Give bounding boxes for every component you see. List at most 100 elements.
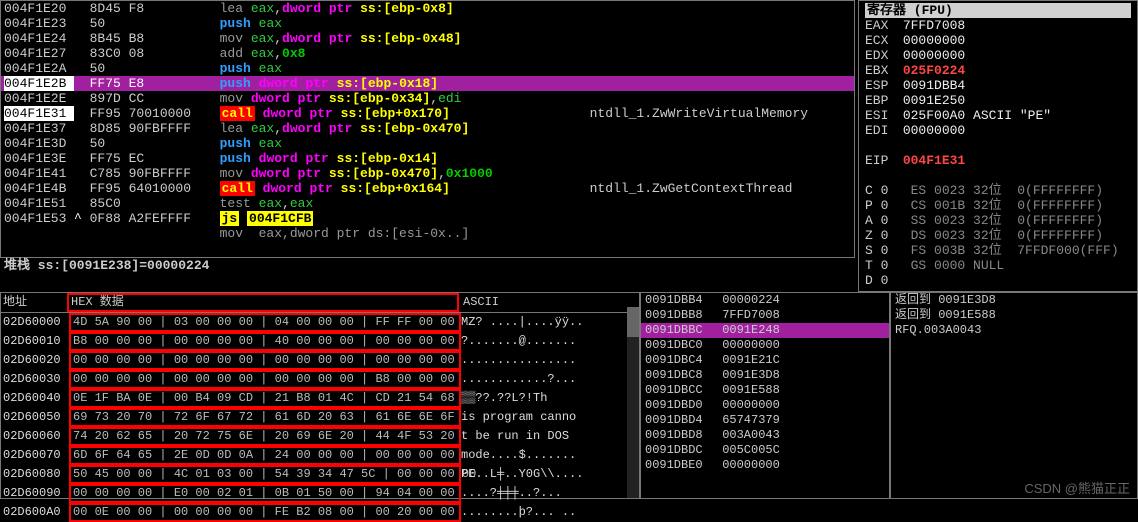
disasm-row[interactable]: mov eax,dword ptr ds:[esi-0x..] [1, 226, 854, 241]
register-row: EBP 0091E250 [865, 93, 1131, 108]
register-row: ESI 025F00A0 ASCII "PE" [865, 108, 1131, 123]
hex-row[interactable]: 02D6002000 00 00 00 | 00 00 00 00 | 00 0… [1, 351, 639, 370]
hex-row[interactable]: 02D6005069 73 20 70 | 72 6F 67 72 | 61 6… [1, 408, 639, 427]
hex-ascii: ?.......@....... [461, 334, 621, 349]
stack-row[interactable]: 0091DBD4 65747379 [641, 413, 889, 428]
hex-bytes: 74 20 62 65 | 20 72 75 6E | 20 69 6E 20 … [69, 427, 461, 446]
disasm-row[interactable]: 004F1E2B FF75 E8push dword ptr ss:[ebp-0… [1, 76, 854, 91]
stack-row[interactable]: 0091DBC8 0091E3D8 [641, 368, 889, 383]
disassembly-pane[interactable]: 004F1E20 8D45 F8lea eax,dword ptr ss:[eb… [0, 0, 855, 258]
disasm-row[interactable]: 004F1E27 83C0 08add eax,0x8 [1, 46, 854, 61]
hex-bytes: 00 0E 00 00 | 00 00 00 00 | FE B2 08 00 … [69, 503, 461, 522]
stack-row[interactable]: 0091DBD8 003A0043 [641, 428, 889, 443]
scrollbar-thumb[interactable] [627, 307, 639, 337]
disasm-comment: ntdll_1.ZwWriteVirtualMemory [590, 106, 808, 121]
stack-row[interactable]: 0091DBC4 0091E21C [641, 353, 889, 368]
disasm-row[interactable]: 004F1E3D 50push eax [1, 136, 854, 151]
hex-ascii: PE..L╪..Y0G\\.... [461, 467, 621, 482]
disasm-row[interactable]: 004F1E3E FF75 ECpush dword ptr ss:[ebp-0… [1, 151, 854, 166]
hex-ascii: t be run in DOS [461, 429, 621, 444]
flag-row: Z 0 DS 0023 32位 0(FFFFFFFF) [865, 228, 1131, 243]
disasm-addr: 004F1E24 [4, 31, 74, 46]
disasm-addr: 004F1E4B [4, 181, 74, 196]
stack-comment-pane[interactable]: 返回到 0091E3D8返回到 0091E588RFQ.003A0043 [890, 292, 1138, 499]
registers-pane[interactable]: 寄存器 (FPU) EAX 7FFD7008ECX 00000000EDX 00… [858, 0, 1138, 292]
hex-row[interactable]: 02D600400E 1F BA 0E | 00 B4 09 CD | 21 B… [1, 389, 639, 408]
flag-row: C 0 ES 0023 32位 0(FFFFFFFF) [865, 183, 1131, 198]
flag-row: A 0 SS 0023 32位 0(FFFFFFFF) [865, 213, 1131, 228]
disasm-row[interactable]: 004F1E53^ 0F88 A2FEFFFFjs 004F1CFB [1, 211, 854, 226]
disasm-addr: 004F1E23 [4, 16, 74, 31]
hex-ascii: ............?... [461, 372, 621, 387]
hex-row[interactable]: 02D600A000 0E 00 00 | 00 00 00 00 | FE B… [1, 503, 639, 522]
stack-comment-row: RFQ.003A0043 [891, 323, 1137, 338]
disasm-row[interactable]: 004F1E41 C785 90FBFFFFmov dword ptr ss:[… [1, 166, 854, 181]
disasm-instr: js 004F1CFB [220, 211, 590, 226]
stack-row[interactable]: 0091DBD0 00000000 [641, 398, 889, 413]
disasm-row[interactable]: 004F1E23 50push eax [1, 16, 854, 31]
disasm-row[interactable]: 004F1E20 8D45 F8lea eax,dword ptr ss:[eb… [1, 1, 854, 16]
disasm-bytes: 8D85 90FBFFFF [90, 121, 220, 136]
disasm-row[interactable]: 004F1E4B FF95 64010000call dword ptr ss:… [1, 181, 854, 196]
hex-addr: 02D60040 [3, 391, 69, 406]
hex-addr: 02D60020 [3, 353, 69, 368]
disasm-row[interactable]: 004F1E2A 50push eax [1, 61, 854, 76]
register-row: EAX 7FFD7008 [865, 18, 1131, 33]
hex-bytes: 6D 6F 64 65 | 2E 0D 0D 0A | 24 00 00 00 … [69, 446, 461, 465]
stack-row[interactable]: 0091DBC0 00000000 [641, 338, 889, 353]
register-row: EBX 025F0224 [865, 63, 1131, 78]
disasm-bytes: 85C0 [90, 196, 220, 211]
disasm-bytes: 83C0 08 [90, 46, 220, 61]
hex-row[interactable]: 02D60010B8 00 00 00 | 00 00 00 00 | 40 0… [1, 332, 639, 351]
disasm-addr: 004F1E2B [4, 76, 74, 91]
register-row: ESP 0091DBB4 [865, 78, 1131, 93]
hex-ascii: ....?╪╪╪..?... [461, 486, 621, 501]
disasm-instr: push dword ptr ss:[ebp-0x14] [220, 151, 590, 166]
hex-row[interactable]: 02D600004D 5A 90 00 | 03 00 00 00 | 04 0… [1, 313, 639, 332]
hex-bytes: 00 00 00 00 | E0 00 02 01 | 0B 01 50 00 … [69, 484, 461, 503]
stack-pane[interactable]: 0091DBB4 000002240091DBB8 7FFD70080091DB… [640, 292, 890, 499]
hex-row[interactable]: 02D6008050 45 00 00 | 4C 01 03 00 | 54 3… [1, 465, 639, 484]
stack-row[interactable]: 0091DBBC 0091E248 [641, 323, 889, 338]
disasm-row[interactable]: 004F1E37 8D85 90FBFFFFlea eax,dword ptr … [1, 121, 854, 136]
hexdump-header: 地址HEX 数据ASCII [1, 293, 639, 313]
stack-row[interactable]: 0091DBCC 0091E588 [641, 383, 889, 398]
hexdump-scrollbar[interactable] [627, 307, 639, 498]
watermark: CSDN @熊猫正正 [1024, 481, 1130, 496]
disasm-instr: lea eax,dword ptr ss:[ebp-0x470] [220, 121, 590, 136]
register-row: EDX 00000000 [865, 48, 1131, 63]
hex-row[interactable]: 02D6003000 00 00 00 | 00 00 00 00 | 00 0… [1, 370, 639, 389]
disasm-addr: 004F1E27 [4, 46, 74, 61]
disasm-row[interactable]: 004F1E24 8B45 B8mov eax,dword ptr ss:[eb… [1, 31, 854, 46]
stack-row[interactable]: 0091DBE0 00000000 [641, 458, 889, 473]
disasm-addr: 004F1E3D [4, 136, 74, 151]
stack-row[interactable]: 0091DBDC 005C005C [641, 443, 889, 458]
disasm-bytes: 50 [90, 136, 220, 151]
register-eip: EIP 004F1E31 [865, 153, 1131, 168]
disasm-instr: push eax [220, 136, 590, 151]
hex-ascii: ........þ?... .. [461, 505, 621, 520]
hex-ascii: ▒▒??.??L?!Th [461, 391, 621, 406]
hexdump-pane[interactable]: 地址HEX 数据ASCII 02D600004D 5A 90 00 | 03 0… [0, 292, 640, 499]
hex-bytes: 00 00 00 00 | 00 00 00 00 | 00 00 00 00 … [69, 351, 461, 370]
disasm-bytes: FF75 EC [90, 151, 220, 166]
disasm-bytes: FF95 64010000 [90, 181, 220, 196]
stack-row[interactable]: 0091DBB4 00000224 [641, 293, 889, 308]
hex-row[interactable]: 02D600706D 6F 64 65 | 2E 0D 0D 0A | 24 0… [1, 446, 639, 465]
hex-row[interactable]: 02D6009000 00 00 00 | E0 00 02 01 | 0B 0… [1, 484, 639, 503]
hex-addr: 02D60090 [3, 486, 69, 501]
hex-addr: 02D600A0 [3, 505, 69, 520]
disasm-row[interactable]: 004F1E51 85C0test eax,eax [1, 196, 854, 211]
stack-comment-row: 返回到 0091E588 [891, 308, 1137, 323]
hex-addr: 02D60060 [3, 429, 69, 444]
hex-row[interactable]: 02D6006074 20 62 65 | 20 72 75 6E | 20 6… [1, 427, 639, 446]
disasm-addr: 004F1E51 [4, 196, 74, 211]
hex-bytes: 50 45 00 00 | 4C 01 03 00 | 54 39 34 47 … [69, 465, 461, 484]
disasm-addr: 004F1E41 [4, 166, 74, 181]
stack-row[interactable]: 0091DBB8 7FFD7008 [641, 308, 889, 323]
register-row: ECX 00000000 [865, 33, 1131, 48]
disasm-row[interactable]: 004F1E31 FF95 70010000call dword ptr ss:… [1, 106, 854, 121]
hex-addr: 02D60030 [3, 372, 69, 387]
disasm-row[interactable]: 004F1E2E 897D CCmov dword ptr ss:[ebp-0x… [1, 91, 854, 106]
flag-row: S 0 FS 003B 32位 7FFDF000(FFF) [865, 243, 1131, 258]
